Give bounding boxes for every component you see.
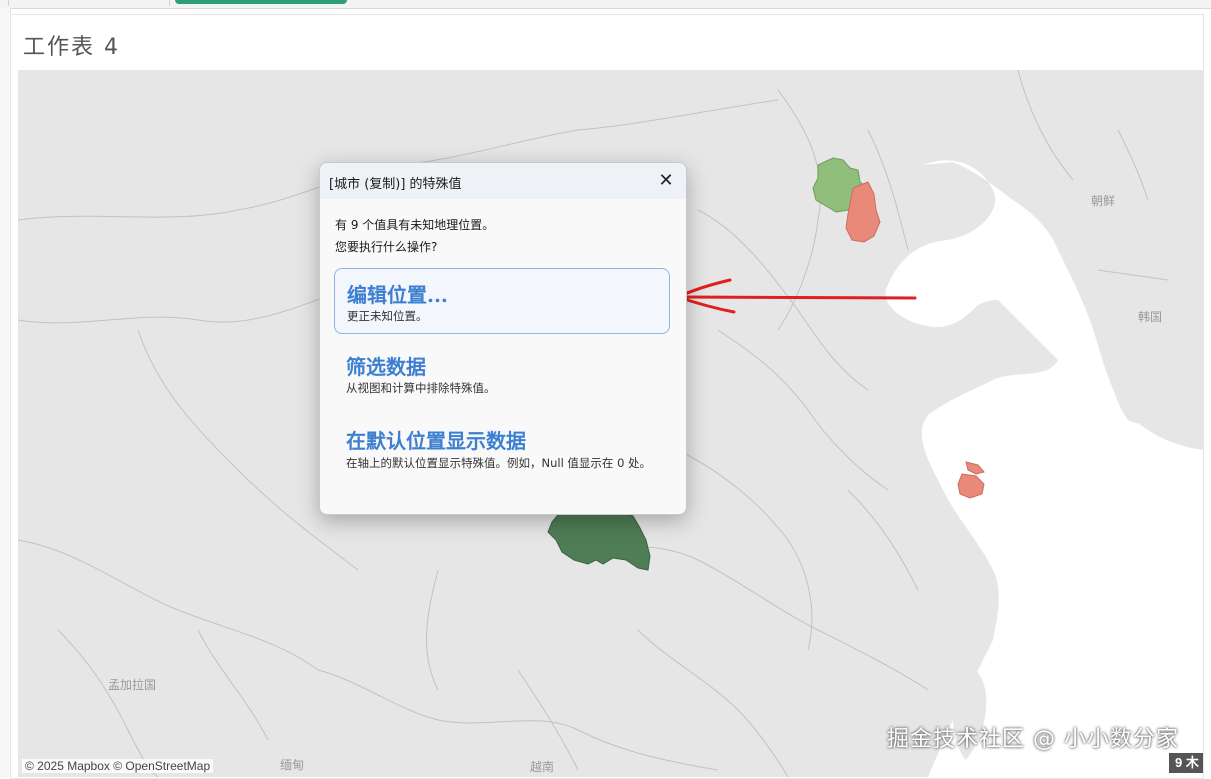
filter-data-option[interactable]: 筛选数据 从视图和计算中排除特殊值。	[334, 344, 670, 402]
option-title: 筛选数据	[346, 355, 426, 379]
map-label-south-korea: 韩国	[1138, 310, 1163, 324]
active-tab-indicator[interactable]	[175, 0, 347, 4]
option-title: 编辑位置...	[347, 283, 448, 307]
dialog-message-line2: 您要执行什么操作?	[335, 240, 438, 254]
region-green-dark	[547, 509, 651, 571]
map-label-myanmar: 缅甸	[280, 758, 305, 772]
dialog-title: [城市 (复制)] 的特殊值	[329, 177, 462, 192]
option-title: 在默认位置显示数据	[346, 429, 526, 453]
show-default-location-option[interactable]: 在默认位置显示数据 在轴上的默认位置显示特殊值。例如，Null 值显示在 0 处…	[334, 418, 670, 488]
sheet-title: 工作表 4	[23, 35, 120, 60]
map-attribution[interactable]: © 2025 Mapbox © OpenStreetMap	[22, 759, 214, 773]
map-label-bangladesh: 孟加拉国	[108, 678, 157, 692]
page-badge: 9 木	[1169, 753, 1203, 773]
watermark-text: 掘金技术社区 @ 小小数分家	[887, 727, 1179, 752]
edit-locations-option[interactable]: 编辑位置... 更正未知位置。	[334, 268, 670, 334]
special-values-dialog: [城市 (复制)] 的特殊值 ✕ 有 9 个值具有未知地理位置。 您要执行什么操…	[319, 162, 687, 515]
map-label-north-korea: 朝鲜	[1091, 194, 1116, 208]
dialog-header: [城市 (复制)] 的特殊值 ✕	[320, 163, 686, 199]
map-label-vietnam: 越南	[530, 760, 555, 774]
option-desc: 从视图和计算中排除特殊值。	[346, 381, 496, 395]
option-desc: 在轴上的默认位置显示特殊值。例如，Null 值显示在 0 处。	[346, 456, 652, 470]
option-desc: 更正未知位置。	[347, 309, 428, 323]
inactive-tab[interactable]	[8, 0, 170, 6]
dialog-message-line1: 有 9 个值具有未知地理位置。	[335, 218, 495, 232]
top-tab-strip	[0, 0, 1211, 9]
close-icon[interactable]: ✕	[656, 171, 676, 191]
